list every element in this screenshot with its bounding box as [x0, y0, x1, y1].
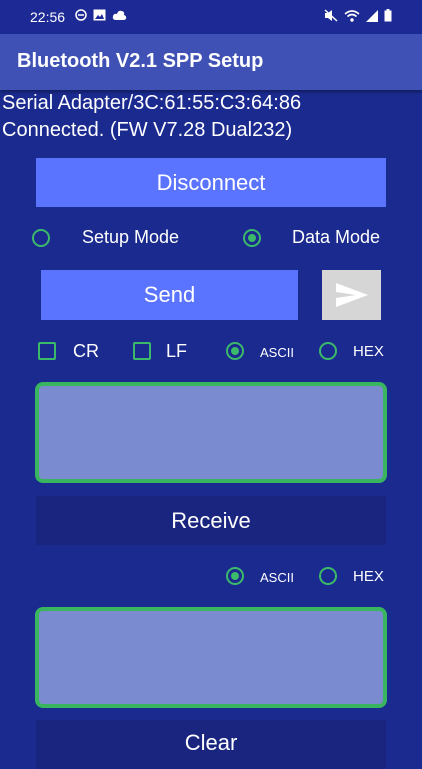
wifi-icon — [344, 10, 360, 22]
clear-button[interactable]: Clear — [36, 720, 386, 769]
receive-button[interactable]: Receive — [36, 496, 386, 545]
receive-text-area[interactable] — [35, 607, 387, 708]
send-ascii-label: ASCII — [260, 345, 294, 360]
setup-mode-radio[interactable] — [32, 229, 50, 247]
receive-ascii-radio[interactable] — [226, 567, 244, 585]
data-mode-label: Data Mode — [292, 227, 381, 247]
send-icon-button[interactable] — [322, 270, 381, 320]
status-bar: 22:56 — [0, 0, 422, 34]
receive-hex-label: HEX — [353, 568, 384, 585]
battery-icon — [384, 9, 392, 22]
signal-icon — [366, 10, 378, 22]
lf-label: LF — [166, 341, 188, 361]
do-not-disturb-icon — [75, 9, 87, 21]
cr-checkbox[interactable] — [38, 342, 56, 360]
cloud-icon — [112, 10, 127, 20]
app-bar: Bluetooth V2.1 SPP Setup — [0, 34, 422, 90]
receive-hex-radio[interactable] — [319, 567, 337, 585]
cr-label: CR — [73, 341, 99, 361]
disconnect-button[interactable]: Disconnect — [36, 158, 386, 207]
send-hex-radio[interactable] — [319, 342, 337, 360]
data-mode-radio[interactable] — [243, 229, 261, 247]
receive-ascii-label: ASCII — [260, 570, 294, 585]
send-arrow-icon — [335, 283, 368, 307]
app-title: Bluetooth V2.1 SPP Setup — [17, 50, 264, 72]
status-time: 22:56 — [30, 9, 66, 25]
mute-icon — [324, 9, 338, 22]
send-button[interactable]: Send — [41, 270, 298, 320]
send-text-input[interactable] — [35, 382, 387, 483]
setup-mode-label: Setup Mode — [82, 227, 180, 247]
connection-status: Connected. (FW V7.28 Dual232) — [2, 119, 293, 141]
image-icon — [93, 9, 106, 21]
lf-checkbox[interactable] — [133, 342, 151, 360]
device-address: Serial Adapter/3C:61:55:C3:64:86 — [2, 92, 302, 114]
send-hex-label: HEX — [353, 343, 384, 360]
send-ascii-radio[interactable] — [226, 342, 244, 360]
